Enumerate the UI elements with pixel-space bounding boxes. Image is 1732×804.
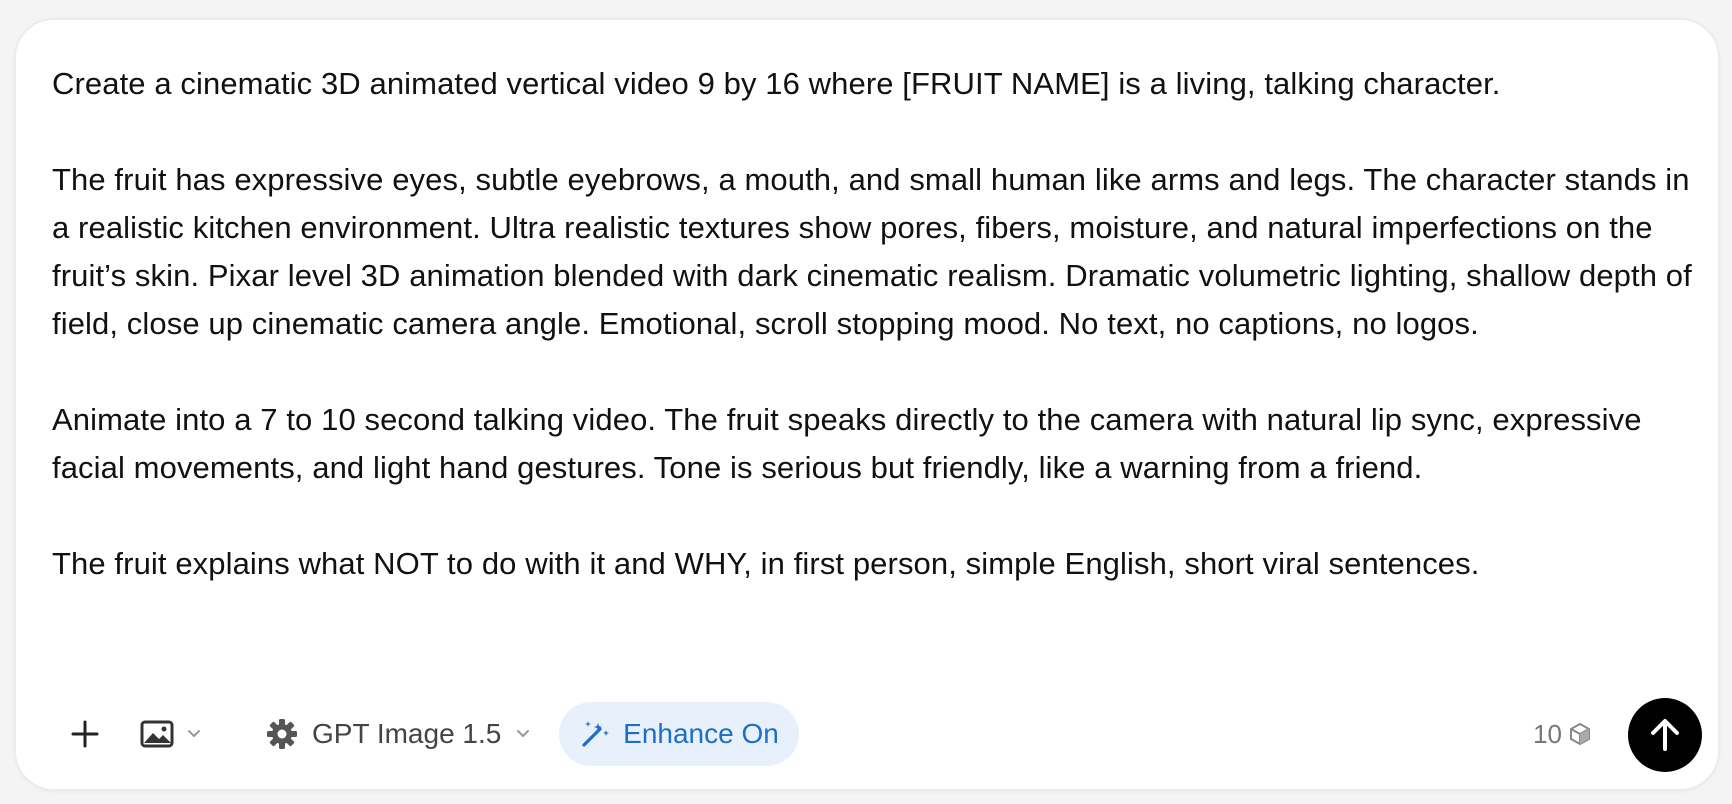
prompt-paragraph-1: Create a cinematic 3D animated vertical … [52, 66, 1501, 101]
prompt-composer: Create a cinematic 3D animated vertical … [14, 18, 1720, 791]
image-icon [140, 720, 174, 748]
prompt-paragraph-2: The fruit has expressive eyes, subtle ey… [52, 162, 1692, 341]
plus-icon [71, 720, 99, 748]
credits-counter: 10 [1533, 702, 1592, 766]
model-selector[interactable]: GPT Image 1.5 [256, 702, 566, 766]
magic-wand-icon [582, 721, 610, 747]
composer-toolbar: GPT Image 1.5 Enhance On 10 [52, 698, 1702, 772]
send-button[interactable] [1628, 698, 1702, 772]
cube-icon [1570, 723, 1590, 745]
add-button[interactable] [60, 702, 110, 766]
enhance-label: Enhance On [623, 718, 779, 749]
prompt-paragraph-4: The fruit explains what NOT to do with i… [52, 546, 1480, 581]
credits-value: 10 [1533, 718, 1562, 749]
gear-icon [267, 719, 297, 749]
enhance-toggle[interactable]: Enhance On [559, 702, 799, 766]
arrow-up-icon [1651, 719, 1679, 751]
image-mode-dropdown[interactable] [134, 702, 250, 766]
prompt-textarea[interactable]: Create a cinematic 3D animated vertical … [52, 60, 1702, 698]
chevron-down-icon [517, 730, 530, 737]
chevron-down-icon [188, 730, 200, 737]
model-label: GPT Image 1.5 [312, 718, 502, 749]
prompt-paragraph-3: Animate into a 7 to 10 second talking vi… [52, 402, 1642, 485]
